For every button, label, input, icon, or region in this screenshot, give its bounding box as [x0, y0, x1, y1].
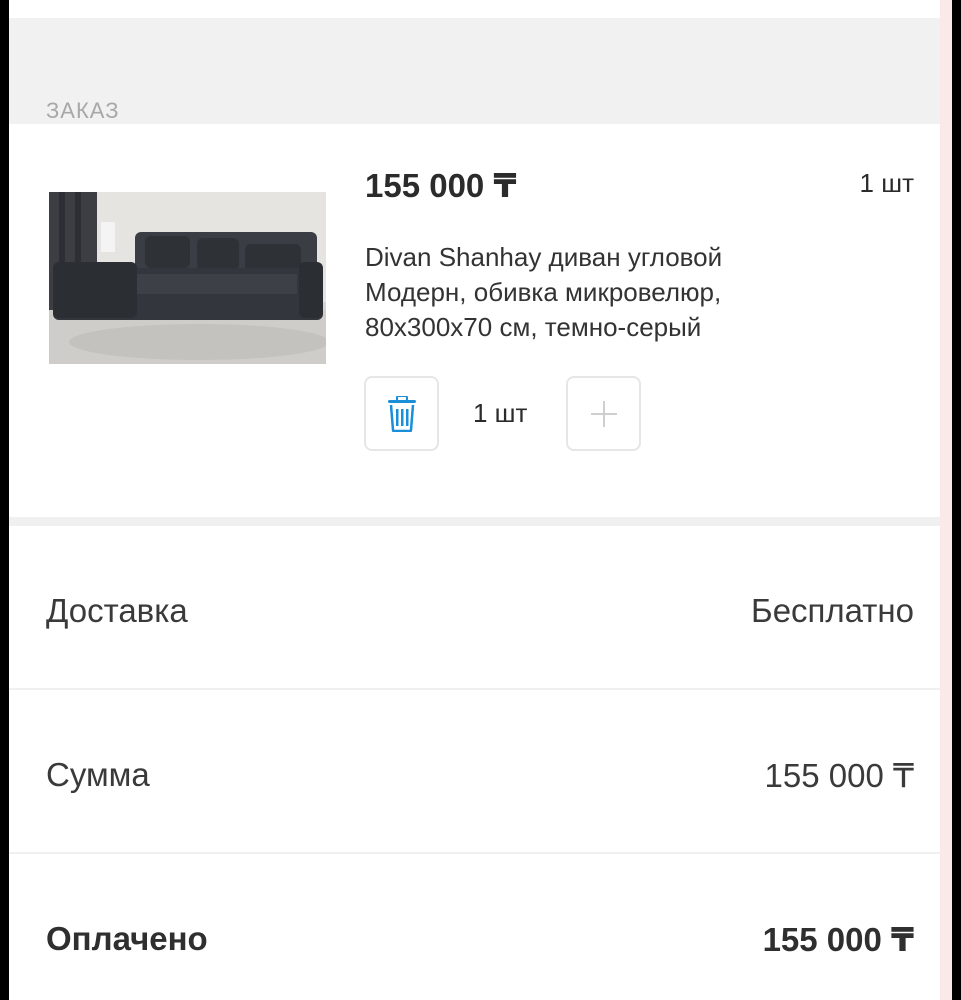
product-image[interactable]: [49, 192, 326, 364]
total-label: Сумма: [46, 756, 150, 793]
section-title: ЗАКАЗ: [46, 98, 120, 123]
delivery-label: Доставка: [46, 592, 188, 629]
quantity-value: 1 шт: [473, 398, 528, 428]
item-quantity-badge: 1 шт: [859, 168, 914, 198]
delivery-value: Бесплатно: [751, 592, 914, 629]
order-screen: ЗАКАЗ 155 000 ₸ 1 шт Divan Shanhay диван…: [9, 0, 952, 1000]
increase-quantity-button[interactable]: [566, 376, 641, 451]
paid-label: Оплачено: [46, 920, 208, 957]
delivery-row: Доставка Бесплатно: [9, 526, 952, 690]
top-spacer: [9, 0, 952, 18]
item-description[interactable]: Divan Shanhay диван угловой Модерн, обив…: [365, 240, 825, 345]
item-price: 155 000 ₸: [365, 167, 517, 204]
trash-icon: [387, 395, 416, 432]
total-row: Сумма 155 000 ₸: [9, 690, 952, 854]
plus-icon: [590, 400, 617, 427]
paid-value: 155 000 ₸: [762, 921, 914, 958]
order-item: 155 000 ₸ 1 шт Divan Shanhay диван углов…: [9, 124, 952, 517]
order-section-header: ЗАКАЗ: [9, 18, 952, 124]
total-value: 155 000 ₸: [764, 757, 914, 794]
section-divider: [9, 517, 952, 526]
paid-row: Оплачено 155 000 ₸: [9, 854, 952, 1000]
delete-button[interactable]: [364, 376, 439, 451]
screen-edge: [940, 0, 952, 1000]
sofa-photo: [49, 192, 326, 364]
